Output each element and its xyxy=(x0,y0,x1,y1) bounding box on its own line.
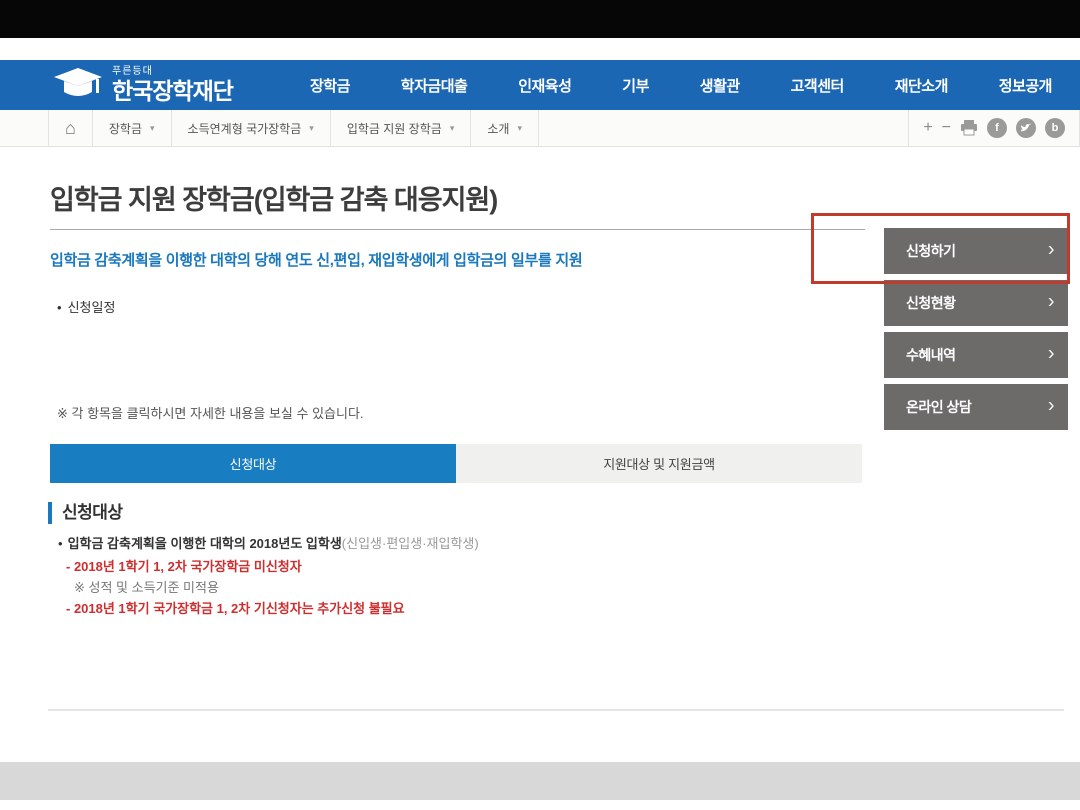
menu-item-disclosure[interactable]: 정보공개 xyxy=(989,75,1062,96)
eligibility-red-line-2: - 2018년 1학기 국가장학금 1, 2차 기신청자는 추가신청 불필요 xyxy=(66,598,405,617)
twitter-icon[interactable] xyxy=(1016,118,1036,138)
chevron-down-icon: ▾ xyxy=(309,123,314,134)
benefit-history-button[interactable]: 수혜내역 › xyxy=(884,332,1068,378)
font-zoom-out-button[interactable]: − xyxy=(942,120,951,136)
tab-application-target[interactable]: 신청대상 xyxy=(50,444,456,483)
breadcrumb-item-intro[interactable]: 소개 ▾ xyxy=(471,110,539,146)
logo-text: 푸른등대 한국장학재단 xyxy=(112,67,233,103)
footer-band xyxy=(0,762,1080,800)
click-instruction-note: ※ 각 항목을 클릭하시면 자세한 내용을 보실 수 있습니다. xyxy=(57,403,364,422)
home-icon: ⌂ xyxy=(65,119,76,137)
breadcrumb-items: ⌂ 장학금 ▾ 소득연계형 국가장학금 ▾ 입학금 지원 장학금 ▾ 소개 ▾ xyxy=(48,110,539,146)
eligibility-gray-note: ※ 성적 및 소득기준 미적용 xyxy=(74,577,219,596)
chevron-right-icon: › xyxy=(1048,395,1054,418)
top-black-band xyxy=(0,0,1080,38)
bullet-glyph: • xyxy=(58,536,63,551)
breadcrumb-label: 소개 xyxy=(487,120,509,137)
chevron-down-icon: ▾ xyxy=(150,123,155,134)
blog-icon[interactable]: b xyxy=(1045,118,1065,138)
main-menu: 장학금 학자금대출 인재육성 기부 생활관 고객센터 재단소개 정보공개 xyxy=(300,60,1062,110)
detail-tabs: 신청대상 지원대상 및 지원금액 xyxy=(50,444,862,483)
chevron-right-icon: › xyxy=(1048,291,1054,314)
graduation-cap-icon xyxy=(52,66,104,104)
chevron-right-icon: › xyxy=(1048,343,1054,366)
breadcrumb-label: 장학금 xyxy=(109,120,142,137)
quick-menu: 신청하기 › 신청현황 › 수혜내역 › 온라인 상담 › xyxy=(884,228,1068,436)
eligibility-red-line-1: - 2018년 1학기 1, 2차 국가장학금 미신청자 xyxy=(66,556,302,575)
chevron-down-icon: ▾ xyxy=(450,123,455,134)
program-description: 입학금 감축계획을 이행한 대학의 당해 연도 신,편입, 재입학생에게 입학금… xyxy=(50,249,582,270)
breadcrumb-label: 소득연계형 국가장학금 xyxy=(188,120,302,137)
page: 푸른등대 한국장학재단 장학금 학자금대출 인재육성 기부 생활관 고객센터 재… xyxy=(0,0,1080,810)
menu-item-talent[interactable]: 인재육성 xyxy=(508,75,581,96)
online-consultation-button[interactable]: 온라인 상담 › xyxy=(884,384,1068,430)
breadcrumb-label: 입학금 지원 장학금 xyxy=(347,120,442,137)
eligibility-main-line: •입학금 감축계획을 이행한 대학의 2018년도 입학생(신입생·편입생·재입… xyxy=(58,533,479,552)
application-status-button[interactable]: 신청현황 › xyxy=(884,280,1068,326)
chevron-down-icon: ▾ xyxy=(517,123,522,134)
breadcrumb: ⌂ 장학금 ▾ 소득연계형 국가장학금 ▾ 입학금 지원 장학금 ▾ 소개 ▾ … xyxy=(0,110,1080,147)
logo-tagline: 푸른등대 xyxy=(112,67,233,77)
tab-support-amount[interactable]: 지원대상 및 지원금액 xyxy=(456,444,862,483)
apply-button[interactable]: 신청하기 › xyxy=(884,228,1068,274)
bullet-glyph: • xyxy=(57,300,62,315)
title-divider xyxy=(50,229,865,230)
breadcrumb-item-scholarship[interactable]: 장학금 ▾ xyxy=(93,110,172,146)
menu-item-student-loan[interactable]: 학자금대출 xyxy=(391,75,478,96)
page-tools: + − f b xyxy=(908,110,1080,146)
breadcrumb-item-admission-fee[interactable]: 입학금 지원 장학금 ▾ xyxy=(331,110,472,146)
home-button[interactable]: ⌂ xyxy=(48,110,93,146)
font-zoom-in-button[interactable]: + xyxy=(923,120,932,136)
main-navbar: 푸른등대 한국장학재단 장학금 학자금대출 인재육성 기부 생활관 고객센터 재… xyxy=(0,60,1080,110)
menu-item-scholarship[interactable]: 장학금 xyxy=(300,75,360,96)
menu-item-donation[interactable]: 기부 xyxy=(612,75,659,96)
breadcrumb-item-income-linked[interactable]: 소득연계형 국가장학금 ▾ xyxy=(172,110,331,146)
facebook-icon[interactable]: f xyxy=(987,118,1007,138)
logo-name: 한국장학재단 xyxy=(112,80,233,103)
menu-item-dormitory[interactable]: 생활관 xyxy=(690,75,750,96)
menu-item-customer-center[interactable]: 고객센터 xyxy=(781,75,854,96)
chevron-right-icon: › xyxy=(1048,239,1054,262)
foundation-logo[interactable]: 푸른등대 한국장학재단 xyxy=(52,66,233,104)
page-title: 입학금 지원 장학금(입학금 감축 대응지원) xyxy=(50,178,497,217)
content-bottom-divider xyxy=(48,709,1064,711)
section-heading: 신청대상 xyxy=(48,502,123,524)
schedule-label: •신청일정 xyxy=(57,297,115,316)
menu-item-about[interactable]: 재단소개 xyxy=(885,75,958,96)
print-icon[interactable] xyxy=(960,120,978,136)
